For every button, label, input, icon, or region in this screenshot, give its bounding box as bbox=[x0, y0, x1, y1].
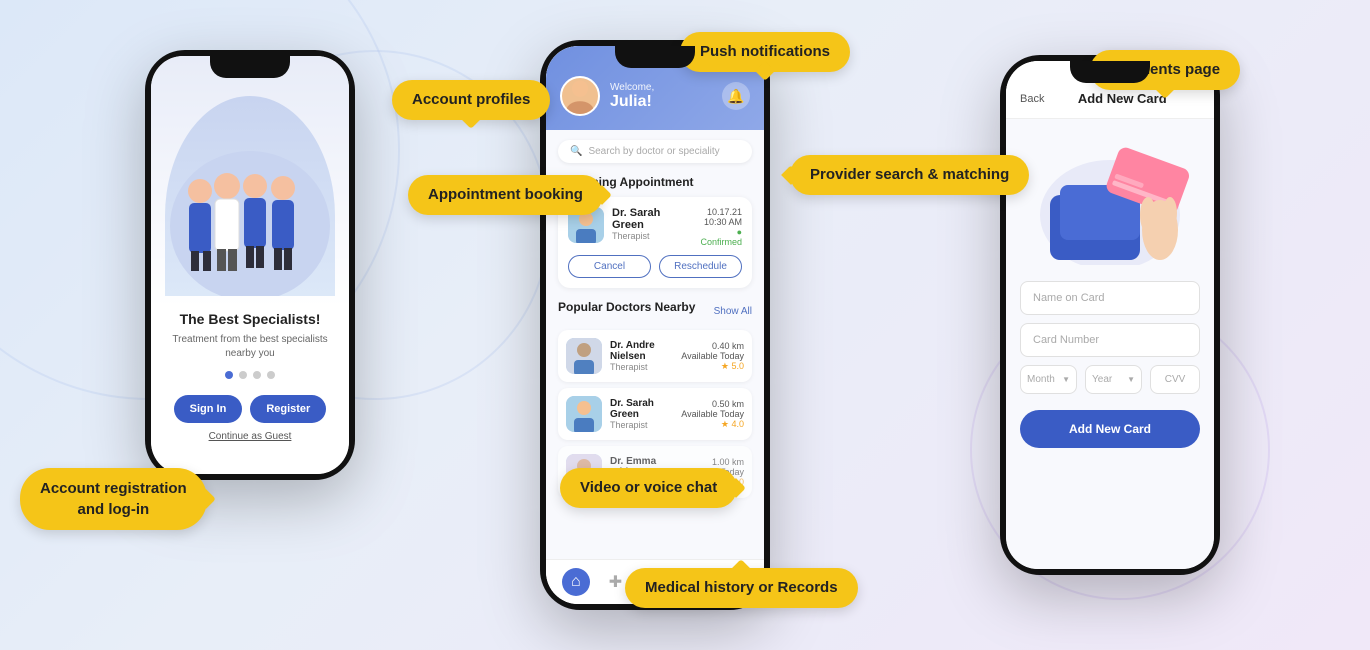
video-voice-label: Video or voice chat bbox=[560, 468, 737, 508]
phone3-screen: Back Add New Card bbox=[1006, 61, 1214, 569]
page-title: Add New Card bbox=[1044, 91, 1200, 106]
doctor-card-2[interactable]: Dr. Sarah Green Therapist 0.50 km Availa… bbox=[558, 388, 752, 440]
phone3-body: Name on Card Card Number Month ▼ Year ▼ bbox=[1006, 119, 1214, 569]
doctor2-avatar bbox=[566, 396, 602, 432]
dot-3 bbox=[253, 371, 261, 379]
phone1-text-block: The Best Specialists! Treatment from the… bbox=[151, 296, 349, 361]
appointment-buttons: Cancel Reschedule bbox=[568, 255, 742, 278]
appointment-time: 10.17.21 10:30 AM Confirmed bbox=[697, 207, 743, 247]
push-notifications-label: Push notifications bbox=[680, 32, 850, 72]
doctor1-meta: 0.40 km Available Today ★ 5.0 bbox=[681, 341, 744, 372]
add-card-button[interactable]: Add New Card bbox=[1020, 410, 1200, 448]
search-icon: 🔍 bbox=[570, 146, 582, 157]
phone-1: The Best Specialists! Treatment from the… bbox=[145, 50, 355, 480]
signin-button[interactable]: Sign In bbox=[174, 395, 243, 423]
dot-4 bbox=[267, 371, 275, 379]
phone1-subtitle: Treatment from the best specialists near… bbox=[171, 333, 329, 361]
month-select[interactable]: Month ▼ bbox=[1020, 365, 1077, 394]
medical-history-label: Medical history or Records bbox=[625, 568, 858, 608]
phone1-screen: The Best Specialists! Treatment from the… bbox=[151, 56, 349, 474]
card-number-field[interactable]: Card Number bbox=[1020, 323, 1200, 357]
dot-2 bbox=[239, 371, 247, 379]
search-placeholder: Search by doctor or speciality bbox=[588, 146, 719, 157]
appointment-info: Dr. Sarah Green Therapist bbox=[612, 207, 689, 241]
phone-3: Back Add New Card bbox=[1000, 55, 1220, 575]
appointment-booking-label: Appointment booking bbox=[408, 175, 603, 215]
register-button[interactable]: Register bbox=[250, 395, 326, 423]
year-select[interactable]: Year ▼ bbox=[1085, 365, 1142, 394]
notification-bell[interactable]: 🔔 bbox=[722, 82, 750, 110]
popular-title: Popular Doctors Nearby bbox=[558, 300, 695, 314]
search-bar[interactable]: 🔍 Search by doctor or speciality bbox=[558, 140, 752, 163]
phone1-buttons: Sign In Register bbox=[174, 395, 327, 423]
account-registration-label: Account registrationand log-in bbox=[20, 468, 207, 530]
name-on-card-field[interactable]: Name on Card bbox=[1020, 281, 1200, 315]
phone-2: Welcome, Julia! 🔔 🔍 Search by doctor or … bbox=[540, 40, 770, 610]
doctor-card-1[interactable]: Dr. Andre Nielsen Therapist 0.40 km Avai… bbox=[558, 330, 752, 382]
guest-link[interactable]: Continue as Guest bbox=[209, 431, 292, 442]
pagination-dots bbox=[225, 371, 275, 379]
dot-1 bbox=[225, 371, 233, 379]
doctor2-meta: 0.50 km Available Today ★ 4.0 bbox=[681, 399, 744, 430]
appointment-top: Dr. Sarah Green Therapist 10.17.21 10:30… bbox=[568, 207, 742, 247]
doctor1-avatar bbox=[566, 338, 602, 374]
header-greeting: Welcome, Julia! bbox=[610, 82, 654, 111]
cvv-field[interactable]: CVV bbox=[1150, 365, 1200, 394]
nav-home[interactable]: ⌂ bbox=[562, 568, 590, 596]
card-illustration bbox=[1030, 135, 1190, 265]
reschedule-button[interactable]: Reschedule bbox=[659, 255, 742, 278]
popular-header: Popular Doctors Nearby Show All bbox=[558, 300, 752, 322]
show-all-link[interactable]: Show All bbox=[714, 306, 752, 317]
provider-search-label: Provider search & matching bbox=[790, 155, 1029, 195]
back-button[interactable]: Back bbox=[1020, 93, 1044, 105]
phone1-notch bbox=[210, 56, 290, 78]
expiry-row: Month ▼ Year ▼ CVV bbox=[1020, 365, 1200, 394]
user-avatar bbox=[560, 76, 600, 116]
doctor1-info: Dr. Andre Nielsen Therapist bbox=[610, 340, 673, 372]
phone2-notch bbox=[615, 46, 695, 68]
account-profiles-label: Account profiles bbox=[392, 80, 550, 120]
doctors-illustration bbox=[165, 96, 335, 296]
phone2-screen: Welcome, Julia! 🔔 🔍 Search by doctor or … bbox=[546, 46, 764, 604]
cancel-button[interactable]: Cancel bbox=[568, 255, 651, 278]
phone3-notch bbox=[1070, 61, 1150, 83]
phone1-title: The Best Specialists! bbox=[171, 311, 329, 327]
doctor2-info: Dr. Sarah Green Therapist bbox=[610, 398, 673, 430]
